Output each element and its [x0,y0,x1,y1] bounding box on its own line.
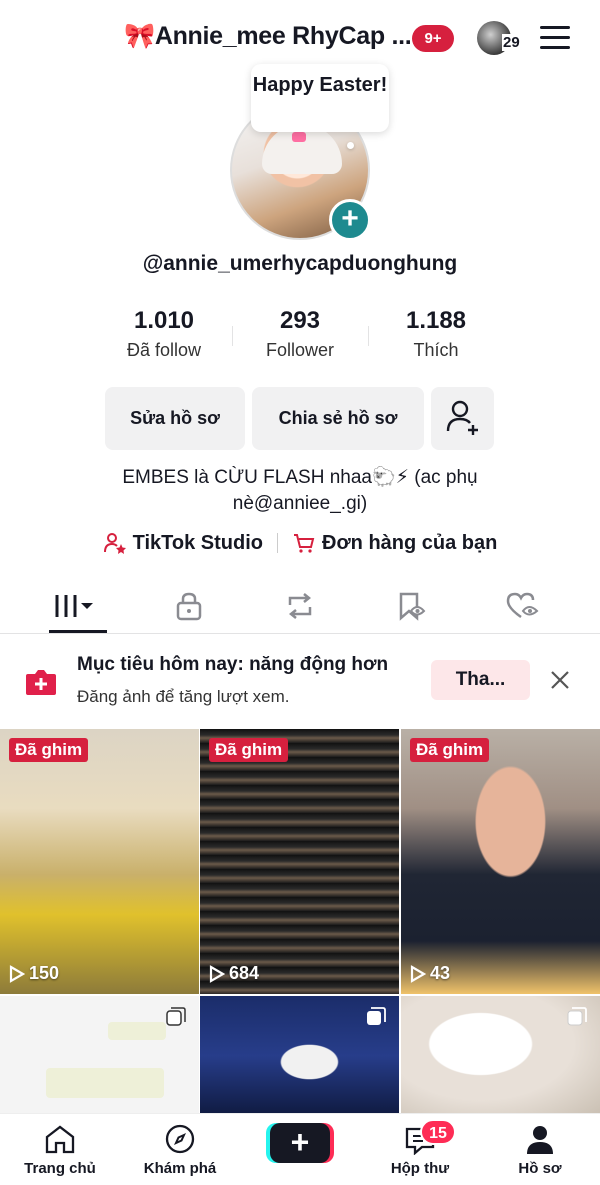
orders-label: Đơn hàng của bạn [322,531,498,554]
profile-bio: EMBES là CỪU FLASH nhaa🐑⚡ (ac phụ nè@ann… [60,465,540,517]
compass-icon [165,1124,195,1154]
edit-profile-button[interactable]: Sửa hồ sơ [105,387,245,450]
nav-explore-label: Khám phá [143,1160,217,1177]
stat-followers-value: 293 [279,307,321,334]
stat-following[interactable]: 1.010 Đã follow [96,306,232,366]
view-count: 684 [209,963,259,984]
view-count-value: 150 [29,963,60,983]
username: @annie_umerhycapduonghung [142,252,458,275]
inbox-badge: 15 [420,1119,456,1145]
studio-icon [103,533,126,554]
stat-likes-value: 1.188 [405,307,467,334]
tab-saved[interactable] [384,586,440,626]
bottom-navigation: Trang chủ Khám phá + Hộp thư 15 Hồ sơ [0,1113,600,1185]
stat-following-label: Đã follow [126,340,202,360]
bubble-dot [347,142,354,149]
profile-stats: 1.010 Đã follow 293 Follower 1.188 Thích [96,306,504,366]
video-thumbnail[interactable]: Đã ghim 150 [0,729,199,994]
nav-profile[interactable]: Hồ sơ [490,1122,590,1177]
link-separator [277,533,279,553]
video-thumbnail[interactable] [401,996,600,1116]
stat-followers-label: Follower [265,340,335,360]
multi-photo-icon [567,1007,587,1026]
status-bubble[interactable]: Happy Easter! [251,64,389,132]
stat-likes[interactable]: 1.188 Thích [368,306,504,366]
cart-icon [294,534,315,553]
tab-liked[interactable] [495,586,551,626]
video-thumbnail[interactable]: Đã ghim 684 [200,729,399,994]
tiktok-studio-label: TikTok Studio [132,531,264,554]
nav-profile-label: Hồ sơ [518,1160,562,1177]
profile-links: TikTok Studio Đơn hàng của bạn [0,531,600,555]
bio-line-1: EMBES là CỪU FLASH nhaa🐑⚡ (ac phụ [122,467,478,488]
view-count-value: 684 [229,963,260,983]
stat-followers[interactable]: 293 Follower [232,306,368,366]
view-count: 150 [9,963,59,984]
play-icon [9,964,25,983]
play-icon [410,964,426,983]
profile-title[interactable]: 🎀Annie_mee RhyCap ... [124,22,412,51]
top-header: 🎀Annie_mee RhyCap ... 9+ 29 [0,0,600,72]
stat-likes-label: Thích [413,340,459,360]
add-user-icon [446,400,478,435]
goal-action-button[interactable]: Tha... [431,660,530,700]
video-thumbnail[interactable] [0,996,199,1116]
tab-private[interactable] [161,586,217,626]
chat-bubble-image [46,1068,164,1098]
nav-home[interactable]: Trang chủ [10,1122,110,1177]
multi-photo-icon [166,1007,186,1026]
content-tabs [0,580,600,634]
add-friend-button[interactable] [431,387,494,450]
video-thumbnail[interactable]: Đã ghim 43 [401,729,600,994]
profile-icon [527,1126,553,1154]
stat-following-value: 1.010 [133,307,195,334]
goal-subtitle: Đăng ảnh để tăng lượt xem. [77,687,290,706]
video-thumbnail[interactable] [200,996,399,1116]
bookmark-eye-icon [399,592,426,621]
view-count-value: 43 [430,963,451,983]
share-profile-button[interactable]: Chia sẻ hồ sơ [252,387,424,450]
pinned-badge: Đã ghim [410,738,490,762]
tiktok-studio-link[interactable]: TikTok Studio [103,531,263,555]
goal-title: Mục tiêu hôm nay: năng động hơn [77,654,389,675]
bio-line-2: nè@anniee_.gi) [232,493,368,514]
home-icon [45,1125,75,1154]
play-icon [209,964,225,983]
view-count: 43 [410,963,450,984]
pinned-badge: Đã ghim [209,738,289,762]
multi-photo-icon [367,1007,386,1025]
nav-inbox-label: Hộp thư [390,1160,450,1177]
chat-bubble-image [108,1022,166,1040]
create-post-button[interactable]: + [270,1123,330,1163]
tab-videos[interactable] [50,586,106,626]
nav-home-label: Trang chủ [24,1160,96,1177]
menu-icon[interactable] [540,26,570,50]
grid-videos-icon [55,595,93,617]
notification-badge[interactable]: 9+ [412,25,454,52]
heart-eye-icon [506,592,539,619]
lock-icon [176,592,202,621]
repost-icon [288,593,312,619]
video-grid: Đã ghim 150 Đã ghim 684 Đã ghim 43 [0,729,600,1116]
status-bubble-text: Happy Easter! [252,74,388,96]
account-avatar-count: 29 [502,34,521,51]
tab-reposts[interactable] [272,586,328,626]
orders-link[interactable]: Đơn hàng của bạn [292,531,497,555]
close-icon[interactable] [548,668,572,692]
nav-explore[interactable]: Khám phá [130,1122,230,1177]
pinned-badge: Đã ghim [9,738,89,762]
camera-plus-icon [26,670,56,695]
add-avatar-button[interactable]: + [329,199,371,241]
active-tab-indicator [49,630,107,633]
